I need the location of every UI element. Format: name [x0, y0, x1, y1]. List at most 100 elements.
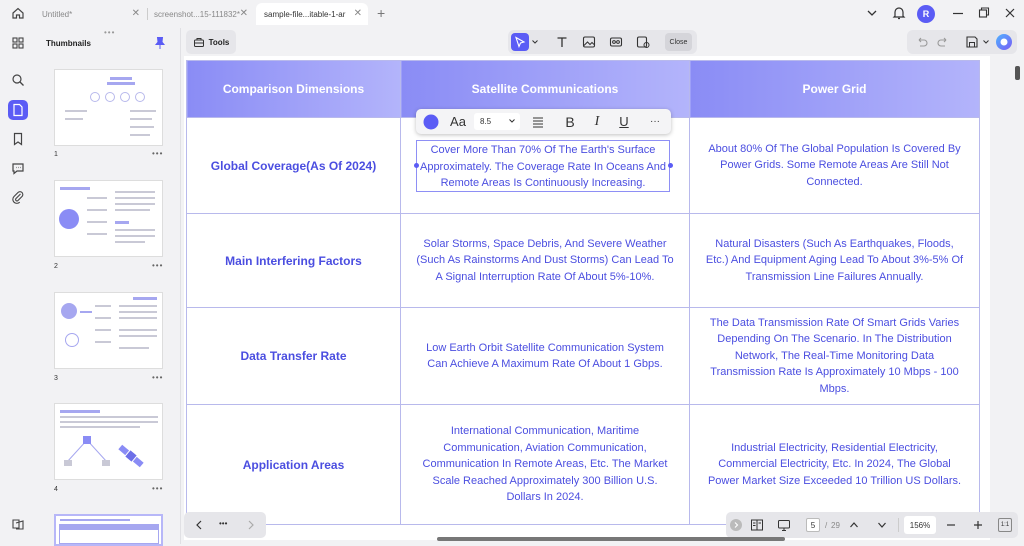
tab-sample-file[interactable]: sample-file...itable-1-ar ✕ — [256, 3, 368, 25]
right-toolbar — [907, 30, 1017, 54]
chevron-right-icon[interactable] — [246, 518, 256, 532]
dimension-cell: Global Coverage(As Of 2024) — [186, 117, 401, 214]
save-icon[interactable] — [965, 35, 979, 49]
font-family-button[interactable]: Aa — [448, 109, 468, 134]
divider — [898, 518, 899, 532]
table-row: Application Areas International Communic… — [186, 404, 980, 525]
watermark-tool-icon[interactable] — [634, 33, 652, 51]
edit-toolbar: Close — [508, 30, 697, 54]
page-thumbnail[interactable] — [54, 69, 163, 146]
page-number: 4 — [54, 486, 58, 493]
chevron-left-icon[interactable] — [194, 518, 204, 532]
page-thumbnail[interactable] — [54, 180, 163, 257]
page-number: 3 — [54, 375, 58, 382]
page-total: 29 — [831, 521, 840, 530]
table-row: Data Transfer Rate Low Earth Orbit Satel… — [186, 307, 980, 405]
more-icon[interactable]: ••• — [152, 149, 163, 158]
grid-view-icon[interactable] — [8, 33, 28, 53]
more-icon[interactable]: ••• — [219, 519, 227, 528]
resize-handle[interactable] — [668, 163, 673, 168]
panel-title: Thumbnails — [46, 39, 91, 48]
page-separator: / — [825, 521, 828, 530]
close-window-icon[interactable] — [1003, 5, 1017, 21]
page-thumbnail[interactable] — [54, 292, 163, 369]
chevron-down-icon[interactable] — [866, 5, 878, 21]
close-button[interactable]: Close — [665, 33, 692, 51]
chevron-down-icon[interactable] — [982, 37, 990, 47]
thumbnails-icon[interactable] — [8, 100, 28, 120]
select-tool-icon[interactable] — [511, 33, 529, 51]
minimize-icon[interactable] — [951, 5, 965, 21]
close-tab-icon[interactable]: ✕ — [132, 8, 140, 19]
new-tab-icon[interactable]: + — [377, 5, 385, 21]
presentation-icon[interactable] — [777, 518, 791, 532]
zoom-in-icon[interactable] — [972, 518, 984, 532]
collapse-icon[interactable] — [730, 519, 742, 531]
underline-button[interactable]: U — [615, 109, 633, 134]
font-size-value: 8.5 — [480, 117, 492, 126]
chevron-up-icon[interactable] — [848, 518, 860, 532]
italic-button[interactable]: I — [588, 109, 606, 134]
column-header: Comparison Dimensions — [186, 60, 401, 118]
drag-handle-icon[interactable]: ••• — [104, 28, 115, 37]
more-icon[interactable]: ••• — [152, 261, 163, 270]
bold-button[interactable]: B — [561, 109, 579, 134]
tab-screenshot[interactable]: screenshot...15-111832* ✕ — [146, 3, 254, 25]
ai-assistant-icon[interactable] — [996, 34, 1012, 50]
power-grid-cell[interactable]: Natural Disasters (Such As Earthquakes, … — [689, 213, 980, 308]
undo-icon[interactable] — [915, 35, 929, 49]
zoom-level[interactable]: 156% — [904, 516, 936, 534]
power-grid-cell[interactable]: Industrial Electricity, Residential Elec… — [689, 404, 980, 525]
power-grid-cell[interactable]: About 80% Of The Global Population Is Co… — [689, 117, 980, 214]
layers-icon[interactable] — [8, 514, 28, 534]
zoom-bar: 5 / 29 156% 1:1 — [726, 512, 1018, 538]
restore-icon[interactable] — [977, 5, 991, 21]
chevron-down-icon — [508, 117, 516, 125]
notification-bell-icon[interactable] — [892, 5, 906, 21]
selected-text-box[interactable]: Cover More Than 70% Of The Earth's Surfa… — [416, 140, 670, 192]
close-tab-icon[interactable]: ✕ — [240, 8, 248, 19]
dimension-cell: Application Areas — [186, 404, 401, 525]
font-size-select[interactable]: 8.5 — [474, 113, 520, 130]
redo-icon[interactable] — [936, 35, 950, 49]
zoom-out-icon[interactable] — [945, 518, 957, 532]
tools-button[interactable]: Tools — [186, 30, 236, 54]
page-thumbnail[interactable] — [54, 403, 163, 480]
actual-size-button[interactable]: 1:1 — [998, 518, 1012, 532]
left-rail — [0, 28, 36, 544]
page-navigation: ••• — [184, 512, 266, 538]
tab-label: screenshot...15-111832* — [154, 9, 240, 19]
satellite-cell[interactable]: Low Earth Orbit Satellite Communication … — [400, 307, 690, 405]
power-grid-cell[interactable]: The Data Transmission Rate Of Smart Grid… — [689, 307, 980, 405]
attachment-icon[interactable] — [8, 187, 28, 207]
resize-handle[interactable] — [414, 163, 419, 168]
close-tab-icon[interactable]: ✕ — [354, 8, 362, 19]
text-color-swatch[interactable] — [422, 109, 440, 134]
satellite-cell[interactable]: Solar Storms, Space Debris, And Severe W… — [400, 213, 690, 308]
comment-icon[interactable] — [8, 158, 28, 178]
avatar[interactable]: R — [917, 5, 935, 23]
dimension-cell: Main Interfering Factors — [186, 213, 401, 308]
image-tool-icon[interactable] — [580, 33, 598, 51]
page-thumbnail-selected[interactable] — [54, 514, 163, 546]
more-options-button[interactable]: ··· — [646, 109, 664, 134]
text-tool-icon[interactable] — [553, 33, 571, 51]
thumbnails-panel: ••• Thumbnails 1 ••• 2 ••• 3 ••• 4 ••• — [36, 28, 181, 546]
search-icon[interactable] — [8, 70, 28, 90]
align-icon[interactable] — [529, 109, 547, 134]
vertical-scrollbar[interactable] — [1015, 66, 1020, 80]
toolbox-icon — [193, 36, 205, 48]
chevron-down-icon[interactable] — [531, 37, 539, 47]
link-tool-icon[interactable] — [607, 33, 625, 51]
bookmark-icon[interactable] — [8, 129, 28, 149]
home-icon[interactable] — [11, 6, 25, 20]
page-number-input[interactable]: 5 — [806, 518, 820, 532]
satellite-cell[interactable]: International Communication, Maritime Co… — [400, 404, 690, 525]
chevron-down-icon[interactable] — [876, 518, 888, 532]
pin-icon[interactable] — [154, 36, 166, 50]
page-layout-icon[interactable] — [750, 518, 764, 532]
horizontal-scrollbar[interactable] — [437, 537, 785, 541]
tab-untitled[interactable]: Untitled* ✕ — [34, 3, 146, 25]
more-icon[interactable]: ••• — [152, 373, 163, 382]
more-icon[interactable]: ••• — [152, 484, 163, 493]
